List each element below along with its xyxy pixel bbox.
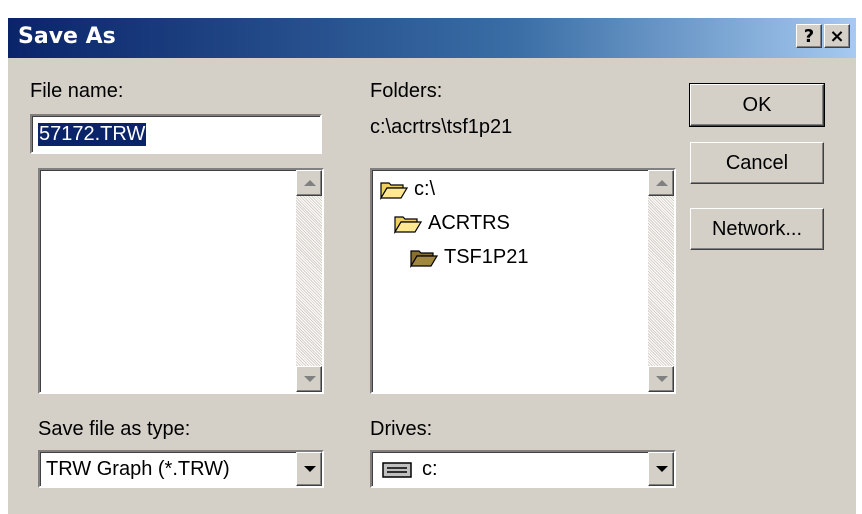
network-button[interactable]: Network... [690, 208, 824, 250]
folders-label: Folders: [370, 80, 443, 102]
tree-item-label: ACRTRS [428, 212, 510, 234]
tree-item-acrtrs[interactable]: ACRTRS [394, 212, 510, 235]
folder-open-icon [380, 181, 408, 200]
dropdown-arrow-icon [304, 466, 316, 472]
scroll-up-button[interactable] [296, 170, 322, 196]
folder-open-icon [394, 215, 422, 234]
tree-item-root[interactable]: c:\ [380, 178, 435, 201]
cancel-button[interactable]: Cancel [690, 142, 824, 184]
dropdown-arrow-icon [656, 466, 668, 472]
drives-label: Drives: [370, 418, 433, 440]
file-name-value: 57172.TRW [38, 123, 147, 146]
scroll-down-icon [656, 376, 668, 382]
folder-tree-scrollbar[interactable] [648, 170, 674, 392]
file-list[interactable] [38, 168, 324, 394]
save-type-value: TRW Graph (*.TRW) [46, 458, 230, 480]
save-type-select[interactable]: TRW Graph (*.TRW) [38, 450, 324, 488]
scroll-down-icon [304, 376, 316, 382]
folder-open-icon [410, 249, 438, 268]
file-name-input[interactable]: 57172.TRW [30, 114, 322, 154]
save-as-dialog: Save As ? × File name: 57172.TRW Folders… [8, 18, 856, 514]
title-bar: Save As ? × [8, 18, 856, 58]
file-list-scrollbar[interactable] [296, 170, 322, 392]
tree-item-label: c:\ [414, 178, 436, 200]
scroll-up-icon [304, 180, 316, 186]
current-path: c:\acrtrs\tsf1p21 [370, 116, 513, 138]
save-type-label: Save file as type: [38, 418, 191, 440]
ok-button[interactable]: OK [689, 83, 825, 127]
drives-dropdown-button[interactable] [648, 452, 674, 486]
tree-item-tsf1p21[interactable]: TSF1P21 [410, 246, 528, 269]
tree-item-label: TSF1P21 [444, 246, 529, 268]
scroll-up-button[interactable] [648, 170, 674, 196]
scroll-down-button[interactable] [648, 366, 674, 392]
drives-select[interactable]: c: [370, 450, 676, 488]
drive-icon [382, 462, 412, 478]
close-button[interactable]: × [824, 24, 850, 48]
scroll-down-button[interactable] [296, 366, 322, 392]
file-name-label: File name: [30, 80, 124, 102]
save-type-dropdown-button[interactable] [296, 452, 322, 486]
folder-tree[interactable]: c:\ ACRTRS TSF1P21 [370, 168, 676, 394]
help-button[interactable]: ? [796, 24, 822, 48]
dialog-title: Save As [18, 24, 116, 49]
drive-value: c: [422, 458, 438, 480]
scroll-up-icon [656, 180, 668, 186]
